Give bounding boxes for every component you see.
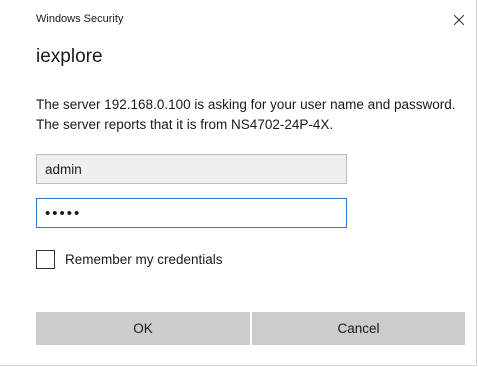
cancel-button[interactable]: Cancel bbox=[252, 312, 465, 345]
remember-credentials-option[interactable]: Remember my credentials bbox=[36, 250, 223, 269]
close-icon bbox=[454, 15, 464, 25]
remember-credentials-label: Remember my credentials bbox=[65, 252, 223, 267]
credentials-dialog: Windows Security iexplore The server 192… bbox=[0, 0, 477, 366]
server-message: The server 192.168.0.100 is asking for y… bbox=[36, 97, 456, 132]
window-title: Windows Security bbox=[36, 13, 124, 25]
ok-button[interactable]: OK bbox=[36, 312, 250, 345]
title-bar: Windows Security bbox=[0, 0, 476, 40]
password-input[interactable] bbox=[36, 198, 347, 228]
close-button[interactable] bbox=[442, 4, 476, 36]
username-input[interactable] bbox=[36, 154, 347, 184]
remember-credentials-checkbox[interactable] bbox=[36, 250, 55, 269]
dialog-heading: iexplore bbox=[36, 46, 103, 67]
